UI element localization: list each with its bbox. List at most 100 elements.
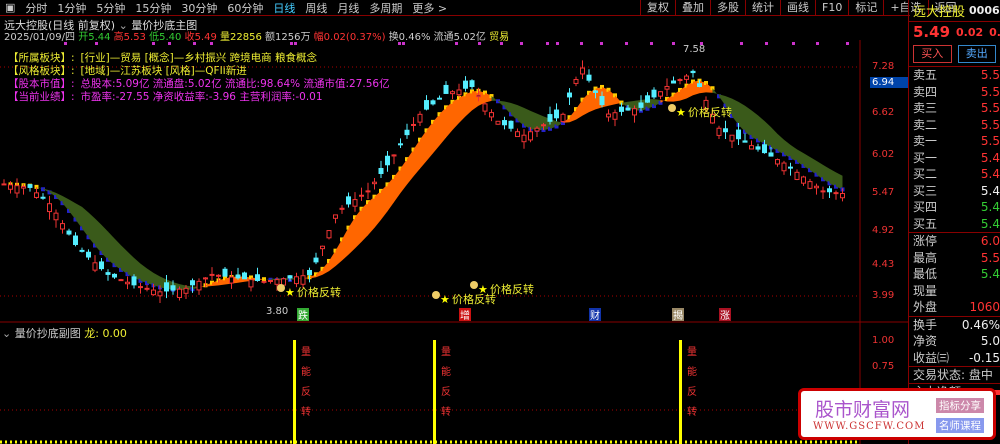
period-tab[interactable]: 60分钟 bbox=[222, 0, 268, 16]
candle-body bbox=[281, 278, 286, 286]
toolbar-button[interactable]: F10 bbox=[815, 0, 848, 16]
quote-row-label: 最高 bbox=[913, 250, 938, 265]
candle-body bbox=[333, 214, 338, 219]
candle-body bbox=[235, 274, 241, 279]
candle-body bbox=[125, 281, 130, 285]
candle-body bbox=[697, 83, 702, 87]
sub-value: 0.00 bbox=[102, 327, 127, 340]
signal-bar bbox=[433, 340, 436, 444]
trend-ribbon bbox=[758, 115, 765, 144]
signal-dot bbox=[556, 42, 559, 45]
signal-dot bbox=[580, 42, 583, 45]
period-tab[interactable]: 更多 > bbox=[407, 0, 452, 16]
candle-body bbox=[729, 134, 735, 142]
quote-row-value: 5.4 bbox=[980, 167, 1000, 181]
quote-row: 净资 5.0 bbox=[909, 333, 1000, 350]
candle-body bbox=[827, 188, 832, 193]
quote-row-value: -0.15 bbox=[968, 350, 1000, 365]
candle-body bbox=[203, 277, 208, 280]
toolbar-button[interactable]: 叠加 bbox=[675, 0, 710, 16]
kline-chart[interactable]: 7.583.80★ 价格反转★ 价格反转★ 价格反转★ 价格反转跌增财揭涨量能反转量能反… bbox=[0, 40, 908, 444]
candle-body bbox=[268, 279, 273, 282]
sub-signal-text: 反 bbox=[687, 386, 697, 398]
price-tick: 4.43 bbox=[872, 259, 895, 271]
sell-button[interactable]: 卖出 bbox=[957, 45, 996, 63]
candle-body bbox=[196, 280, 202, 291]
quote-row-value: 5.5 bbox=[980, 134, 1000, 148]
candle-body bbox=[534, 127, 540, 132]
watermark-banner[interactable]: 股市财富网 WWW.GSCFW.COM 指标分享 名师课程 bbox=[798, 388, 996, 440]
quote-row-label: 卖二 bbox=[913, 117, 938, 132]
buy-button[interactable]: 买入 bbox=[913, 45, 952, 63]
trend-ribbon bbox=[75, 203, 82, 229]
period-tab[interactable]: 5分钟 bbox=[91, 0, 130, 16]
trend-ribbon bbox=[764, 121, 771, 148]
sub-indicator-name[interactable]: 量价抄底副图 bbox=[15, 327, 81, 340]
candle-body bbox=[671, 80, 676, 84]
trend-ribbon bbox=[127, 251, 134, 278]
toolbar-button[interactable]: 复权 bbox=[640, 0, 675, 16]
candle-body bbox=[469, 80, 475, 87]
indicator-share-link[interactable]: 指标分享 bbox=[936, 398, 984, 413]
candle-body bbox=[170, 285, 176, 291]
toolbar-button[interactable]: 画线 bbox=[780, 0, 815, 16]
period-tab[interactable]: 周线 bbox=[300, 0, 332, 16]
trend-ribbon bbox=[348, 217, 355, 255]
candle-body bbox=[248, 279, 254, 288]
candle-body bbox=[593, 90, 598, 93]
sub-signal-text: 量 bbox=[441, 346, 451, 358]
period-tab[interactable]: 1分钟 bbox=[52, 0, 91, 16]
signal-dot bbox=[792, 42, 795, 45]
trend-ribbon bbox=[777, 133, 784, 155]
layout-icon[interactable]: ▣ bbox=[0, 1, 20, 14]
candle-body bbox=[274, 279, 280, 285]
event-marker-text: 财 bbox=[590, 309, 600, 322]
quote-row: 涨停 6.0 bbox=[909, 233, 1000, 250]
toolbar-button[interactable]: 标记 bbox=[848, 0, 883, 16]
period-tab[interactable]: 多周期 bbox=[364, 0, 407, 16]
quote-row-label: 买五 bbox=[913, 216, 938, 231]
candle-body bbox=[378, 167, 384, 174]
courses-link[interactable]: 名师课程 bbox=[936, 418, 984, 433]
candle-body bbox=[177, 288, 182, 298]
event-marker-text: 增 bbox=[460, 309, 470, 322]
candle-body bbox=[138, 286, 143, 289]
trend-ribbon bbox=[62, 195, 69, 211]
quote-row-value: 5.5 bbox=[980, 250, 1000, 265]
sub-signal-text: 量 bbox=[301, 346, 311, 358]
trend-ribbon bbox=[88, 212, 95, 246]
period-tab[interactable]: 月线 bbox=[332, 0, 364, 16]
quote-row: 卖二 5.5 bbox=[909, 117, 1000, 134]
candle-body bbox=[567, 92, 572, 98]
period-tab[interactable]: 30分钟 bbox=[176, 0, 222, 16]
toolbar-button[interactable]: 统计 bbox=[745, 0, 780, 16]
candle-body bbox=[450, 91, 455, 95]
quote-panel: 远大控股 00062 5.49 0.02 0.3 买入 卖出 卖五 5.5 卖四 5.… bbox=[908, 0, 1000, 444]
candle-body bbox=[580, 67, 585, 75]
candle-body bbox=[86, 251, 91, 258]
candle-body bbox=[365, 190, 371, 193]
dropdown-icon[interactable]: ⌄ bbox=[2, 327, 11, 340]
candle-body bbox=[625, 107, 631, 111]
toolbar-button[interactable]: 多股 bbox=[710, 0, 745, 16]
period-tab[interactable]: 日线 bbox=[268, 0, 300, 16]
signal-dot bbox=[625, 42, 628, 45]
quote-row-value: 1060 bbox=[969, 300, 1000, 314]
candle-body bbox=[60, 223, 65, 230]
trend-ribbon bbox=[751, 110, 758, 141]
candle-body bbox=[489, 112, 494, 118]
trend-ribbon bbox=[394, 168, 401, 203]
period-tab[interactable]: 15分钟 bbox=[130, 0, 176, 16]
quote-row: 卖一 5.5 bbox=[909, 133, 1000, 150]
candle-body bbox=[599, 96, 605, 106]
candle-body bbox=[14, 185, 20, 194]
candle-body bbox=[495, 120, 501, 125]
sub-signal-text: 能 bbox=[441, 365, 451, 378]
money-bag-icon bbox=[470, 281, 478, 289]
watermark-url[interactable]: WWW.GSCFW.COM bbox=[813, 421, 926, 432]
signal-dot bbox=[816, 42, 819, 45]
period-tab[interactable]: 分时 bbox=[20, 0, 52, 16]
trend-ribbon bbox=[95, 218, 102, 254]
candle-body bbox=[515, 131, 520, 138]
candle-body bbox=[749, 145, 754, 150]
